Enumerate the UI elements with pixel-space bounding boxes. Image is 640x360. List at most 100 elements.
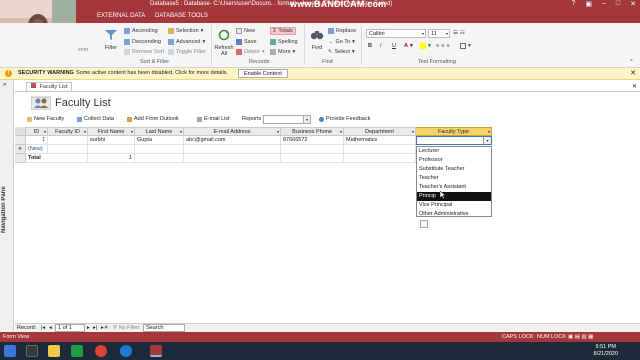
align-right-icon[interactable]: ≡ xyxy=(446,43,449,49)
document-tab[interactable]: Faculty List xyxy=(26,82,73,91)
font-size-select[interactable]: 11 ▾ xyxy=(428,29,450,38)
totals-button[interactable]: Σ Totals xyxy=(270,27,296,35)
row-selector[interactable] xyxy=(15,136,26,145)
new-record-button[interactable]: New xyxy=(236,28,255,34)
edge-icon[interactable] xyxy=(120,345,132,357)
highlight-button[interactable]: ▾ xyxy=(420,43,431,49)
replace-button[interactable]: Replace xyxy=(328,28,356,34)
option-professor[interactable]: Professor xyxy=(417,156,491,165)
cell-faculty-id[interactable] xyxy=(48,136,88,145)
column-header-faculty-type[interactable]: Faculty Type ▾ xyxy=(416,127,492,136)
underline-button[interactable]: U xyxy=(392,43,396,49)
help-icon[interactable]: ? xyxy=(571,0,575,8)
ascending-button[interactable]: Ascending xyxy=(124,28,158,34)
chrome-icon[interactable] xyxy=(95,345,107,357)
cell-last-name[interactable]: Gupta xyxy=(135,136,184,145)
cell-id[interactable]: 1 xyxy=(26,136,48,145)
table-cell[interactable] xyxy=(88,145,135,154)
align-center-icon[interactable]: ≡ xyxy=(441,43,444,49)
close-icon[interactable]: ✕ xyxy=(630,69,636,77)
faculty-type-combobox[interactable]: ▾ xyxy=(416,136,492,145)
enable-content-button[interactable]: Enable Content xyxy=(238,69,288,78)
align-buttons[interactable]: ≡ ≡ ≡ xyxy=(436,43,450,49)
option-teacher[interactable]: Teacher xyxy=(417,174,491,183)
edit-list-items-icon[interactable] xyxy=(420,220,428,228)
option-teachers-assistant[interactable]: Teacher's Assistant xyxy=(417,183,491,192)
font-name-select[interactable]: Calibri ▾ xyxy=(366,29,426,38)
list-format-buttons[interactable]: ☰ ☷ xyxy=(453,30,465,36)
taskbar-clock[interactable]: 9:51 PM 8/21/2020 xyxy=(594,344,618,358)
font-color-button[interactable]: A ▾ xyxy=(404,43,413,49)
find-button[interactable]: Find xyxy=(307,29,327,51)
view-buttons[interactable]: ▣ ▤ ▥ ▦ xyxy=(568,334,593,340)
bold-button[interactable]: B xyxy=(368,43,372,49)
cell-business-phone[interactable]: 87666572 xyxy=(281,136,344,145)
gridlines-button[interactable]: ▾ xyxy=(460,43,471,49)
cell-email[interactable]: abc@gmail.com xyxy=(184,136,281,145)
close-icon[interactable]: ✕ xyxy=(632,83,637,90)
selection-button[interactable]: Selection ▾ xyxy=(168,28,203,34)
first-record-icon[interactable]: |◂ xyxy=(41,325,45,331)
remove-sort-button[interactable]: Remove Sort xyxy=(124,49,164,55)
table-cell[interactable] xyxy=(281,145,344,154)
ribbon-display-icon[interactable]: ▣ xyxy=(585,0,592,8)
minimize-icon[interactable]: – xyxy=(602,0,606,8)
cell-department[interactable]: Mathematics xyxy=(344,136,416,145)
table-cell[interactable] xyxy=(184,145,281,154)
collect-data-button[interactable]: Collect Data xyxy=(77,116,114,122)
column-header-last-name[interactable]: Last Name ▾ xyxy=(135,127,184,136)
column-header-email[interactable]: E-mail Address ▾ xyxy=(184,127,281,136)
collapse-ribbon-icon[interactable]: ^ xyxy=(630,59,633,65)
bullets-icon[interactable]: ☰ xyxy=(453,30,458,36)
delete-record-button[interactable]: Delete ▾ xyxy=(236,49,265,55)
start-icon[interactable] xyxy=(4,345,16,357)
new-record-nav-icon[interactable]: ▸✳ xyxy=(101,325,108,331)
refresh-button[interactable]: Refresh All xyxy=(213,29,235,57)
italic-button[interactable]: I xyxy=(380,43,382,49)
maximize-icon[interactable]: □ xyxy=(616,0,620,8)
option-vice-principal[interactable]: Vice Principal xyxy=(417,201,491,210)
advanced-button[interactable]: Advanced ▾ xyxy=(168,39,205,45)
new-record-link[interactable]: (New) xyxy=(26,145,48,154)
align-left-icon[interactable]: ≡ xyxy=(436,43,439,49)
reports-select[interactable]: ▾ xyxy=(263,115,311,124)
column-header-id[interactable]: ID ▾ xyxy=(26,127,48,136)
column-header-faculty-id[interactable]: Faculty ID ▾ xyxy=(48,127,88,136)
navigation-pane[interactable]: » Navigation Pane xyxy=(0,80,14,332)
last-record-icon[interactable]: ▸| xyxy=(93,325,97,331)
no-filter-indicator[interactable]: ⚲ No Filter xyxy=(113,325,139,331)
record-position-input[interactable]: 1 of 1 xyxy=(55,324,85,332)
excel-icon[interactable] xyxy=(71,345,83,357)
next-record-icon[interactable]: ▸ xyxy=(87,325,90,331)
new-faculty-button[interactable]: New Faculty xyxy=(27,116,64,122)
column-header-first-name[interactable]: First Name ▾ xyxy=(88,127,135,136)
filter-button[interactable]: Filter xyxy=(100,29,122,51)
save-record-button[interactable]: Save xyxy=(236,39,257,45)
numbering-icon[interactable]: ☷ xyxy=(460,30,465,36)
email-list-button[interactable]: E-mail List xyxy=(197,116,230,122)
new-row-selector[interactable]: ✳ xyxy=(15,145,26,154)
option-other-administrative[interactable]: Other Administrative xyxy=(417,210,491,219)
search-input[interactable]: Search xyxy=(143,324,185,332)
option-lecturer[interactable]: Lecturer xyxy=(417,147,491,156)
table-cell[interactable] xyxy=(135,145,184,154)
more-button[interactable]: More ▾ xyxy=(270,49,295,55)
tab-external-data[interactable]: EXTERNAL DATA xyxy=(97,13,145,19)
select-button[interactable]: ↖ Select ▾ xyxy=(328,49,355,55)
file-explorer-icon[interactable] xyxy=(48,345,60,357)
security-message[interactable]: Some active content has been disabled. C… xyxy=(76,70,228,76)
option-substitute-teacher[interactable]: Substitute Teacher xyxy=(417,165,491,174)
navigation-pane-label[interactable]: Navigation Pane xyxy=(1,170,13,250)
toggle-filter-button[interactable]: Toggle Filter xyxy=(168,49,206,55)
total-count[interactable]: 1 xyxy=(88,154,135,163)
column-header-department[interactable]: Department ▾ xyxy=(344,127,416,136)
task-view-icon[interactable] xyxy=(26,345,38,357)
option-principal[interactable]: Princip xyxy=(417,192,491,201)
close-icon[interactable]: ✕ xyxy=(630,0,636,8)
goto-button[interactable]: → Go To ▾ xyxy=(328,39,355,45)
provide-feedback-button[interactable]: Provide Feedback xyxy=(319,116,370,122)
expand-chevron-icon[interactable]: » xyxy=(3,82,6,88)
column-header-business-phone[interactable]: Business Phone ▾ xyxy=(281,127,344,136)
descending-button[interactable]: Descending xyxy=(124,39,161,45)
table-cell[interactable] xyxy=(48,145,88,154)
